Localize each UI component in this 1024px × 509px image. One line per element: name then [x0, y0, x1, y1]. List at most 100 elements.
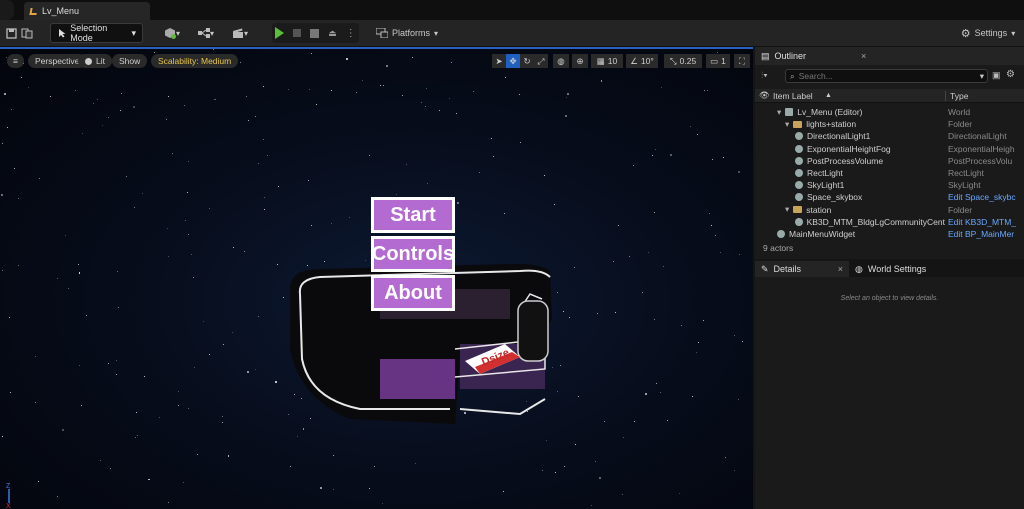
outliner-item-type[interactable]: Edit BP_MainMer	[948, 229, 1022, 239]
outliner-row[interactable]: MainMenuWidget Edit BP_MainMer	[755, 228, 1024, 240]
main-menu-widget[interactable]: Start Controls About	[367, 187, 459, 319]
selection-mode-dropdown[interactable]: Selection Mode ▾	[50, 23, 143, 43]
world-space-icon[interactable]: ◍	[553, 54, 569, 68]
translate-tool-icon[interactable]: ✥	[506, 54, 520, 68]
outliner-row[interactable]: ▾ Lv_Menu (Editor) World	[755, 106, 1024, 118]
star	[666, 420, 668, 422]
column-item-label[interactable]: Item Label	[773, 91, 813, 101]
postprocess-icon	[795, 156, 803, 165]
outliner-tab[interactable]: ▤ Outliner ×	[755, 47, 1024, 65]
add-actor-button[interactable]: ▾	[160, 23, 184, 43]
star	[209, 207, 211, 209]
scale-snap-button[interactable]: ⤡ 0.25	[664, 54, 702, 68]
cursor-icon	[59, 29, 66, 38]
star	[368, 487, 370, 489]
stop-icon[interactable]	[310, 28, 320, 38]
star	[50, 96, 52, 98]
scale-tool-icon[interactable]: ⤢	[534, 54, 548, 68]
outliner-row[interactable]: PostProcessVolume PostProcessVolu	[755, 155, 1024, 167]
pause-icon[interactable]	[293, 29, 302, 37]
chevron-down-icon: ▾	[1011, 28, 1016, 38]
outliner-row[interactable]: DirectionalLight1 DirectionalLight	[755, 130, 1024, 142]
add-folder-icon[interactable]: ▣	[992, 70, 1001, 81]
star	[263, 208, 265, 210]
play-icon[interactable]	[275, 27, 285, 39]
outliner-item-label: PostProcessVolume	[807, 155, 884, 166]
show-label: Show	[119, 56, 141, 66]
star	[406, 163, 408, 165]
lit-button[interactable]: Lit	[78, 54, 112, 68]
star	[738, 398, 740, 400]
gear-icon[interactable]: ⚙	[1006, 69, 1015, 80]
outliner-row[interactable]: ExponentialHeightFog ExponentialHeigh	[755, 143, 1024, 155]
star	[142, 193, 144, 195]
outliner-item-type[interactable]: Edit Space_skybc	[948, 192, 1022, 202]
star	[221, 421, 223, 423]
platforms-button[interactable]: Platforms ▾	[372, 23, 442, 43]
more-options-icon[interactable]: ⋮	[346, 28, 356, 39]
star	[209, 354, 211, 356]
tab-details[interactable]: ✎ Details ×	[755, 261, 849, 277]
eject-icon[interactable]: ⏏	[328, 28, 337, 39]
star	[655, 148, 657, 150]
star	[258, 163, 260, 165]
content-browser-icon[interactable]	[20, 23, 34, 43]
star	[420, 102, 422, 104]
rotation-snap-button[interactable]: ∠ 10°	[626, 54, 658, 68]
expand-arrow-icon[interactable]: ▾	[785, 119, 789, 130]
star	[346, 58, 349, 60]
star	[355, 91, 357, 93]
star	[697, 342, 699, 344]
menu-controls-button[interactable]: Controls	[371, 236, 455, 272]
select-tool-icon[interactable]: ➤	[492, 54, 506, 68]
column-type[interactable]: Type	[945, 90, 968, 101]
tab-world-settings[interactable]: ◍ World Settings	[849, 261, 932, 277]
viewport-menu-button[interactable]: ≡	[7, 54, 24, 68]
star	[222, 344, 224, 346]
close-icon[interactable]: ×	[861, 51, 866, 61]
outliner-row[interactable]: KB3D_MTM_BldgLgCommunityCent Edit KB3D_MT…	[755, 216, 1024, 228]
blueprints-button[interactable]: ▾	[194, 23, 218, 43]
star	[402, 94, 404, 96]
outliner-row[interactable]: ▾ lights+station Folder	[755, 118, 1024, 130]
scalability-badge[interactable]: Scalability: Medium	[151, 54, 239, 68]
outliner-row[interactable]: RectLight RectLight	[755, 167, 1024, 179]
outliner-row[interactable]: Space_skybox Edit Space_skybc	[755, 191, 1024, 203]
rotate-tool-icon[interactable]: ↻	[520, 54, 534, 68]
menu-start-button[interactable]: Start	[371, 197, 455, 233]
level-viewport[interactable]: ≡ Perspective Lit Show Scalability: Medi…	[0, 47, 753, 509]
show-button[interactable]: Show	[112, 54, 148, 68]
cube-add-icon	[164, 28, 176, 39]
skybox-icon	[795, 193, 803, 202]
outliner-row[interactable]: SkyLight1 SkyLight	[755, 179, 1024, 191]
menu-about-button[interactable]: About	[371, 275, 455, 311]
close-icon[interactable]: ×	[838, 264, 843, 274]
unreal-logo-icon[interactable]	[0, 0, 14, 20]
surface-snap-icon[interactable]: ⊕	[572, 54, 588, 68]
star	[415, 463, 416, 465]
visibility-eye-icon[interactable]: 👁	[759, 90, 770, 101]
star	[691, 395, 693, 397]
star	[316, 104, 318, 106]
outliner-icon: ▤	[761, 50, 770, 61]
angle-icon: ∠	[630, 55, 638, 66]
grid-snap-button[interactable]: ▦ 10	[591, 54, 623, 68]
star	[519, 94, 521, 96]
camera-speed-button[interactable]: ▭ 1	[706, 54, 730, 68]
expand-arrow-icon[interactable]: ▾	[777, 107, 781, 118]
star	[184, 220, 186, 222]
outliner-row[interactable]: ▾ station Folder	[755, 204, 1024, 216]
expand-arrow-icon[interactable]: ▾	[785, 204, 789, 215]
outliner-search-input[interactable]: ⌕ Search... ▾	[785, 69, 988, 83]
save-icon[interactable]	[4, 23, 18, 43]
star	[502, 490, 504, 492]
star	[188, 408, 190, 410]
tab-level[interactable]: Lv_Menu	[24, 2, 150, 20]
star	[159, 416, 161, 418]
settings-button[interactable]: ⚙ Settings ▾	[956, 23, 1020, 43]
filter-icon[interactable]: ⫶▾	[761, 70, 768, 81]
maximize-icon[interactable]: ⛶	[734, 54, 750, 68]
star	[369, 154, 371, 156]
cinematics-button[interactable]: ▾	[228, 23, 252, 43]
outliner-item-type[interactable]: Edit KB3D_MTM_	[948, 217, 1022, 227]
